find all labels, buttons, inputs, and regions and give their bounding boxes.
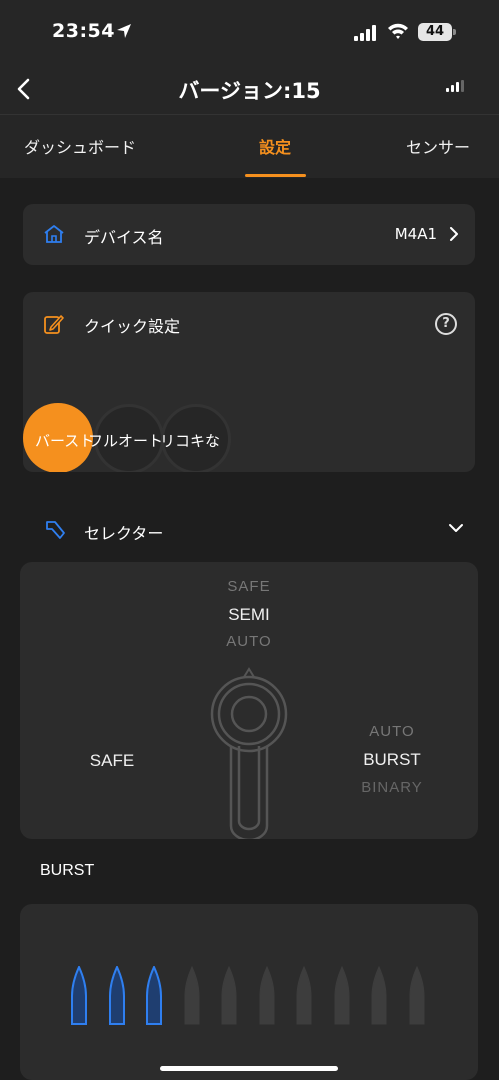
selector-top-option: SAFE	[227, 578, 271, 595]
selector-label: セレクター	[84, 524, 164, 543]
bullet-icon-inactive[interactable]	[408, 966, 426, 1026]
mode-semi-label: リコキな	[160, 432, 221, 450]
help-icon[interactable]: ?	[435, 313, 457, 335]
bullet-icon-inactive[interactable]	[333, 966, 351, 1026]
burst-count-card[interactable]	[20, 904, 478, 1080]
device-name-row[interactable]: デバイス名 M4A1	[23, 204, 475, 265]
selector-right-option-selected: BURST	[363, 750, 421, 769]
status-time: 23:54	[52, 20, 115, 42]
selector-top-option-selected: SEMI	[228, 605, 270, 624]
bullet-icon-inactive[interactable]	[220, 966, 238, 1026]
tab-settings[interactable]: 設定	[259, 134, 291, 158]
selector-right-option: AUTO	[369, 723, 415, 740]
burst-heading: BURST	[40, 862, 95, 879]
page-title: バージョン:15	[178, 79, 321, 103]
wifi-icon	[388, 23, 408, 39]
mode-fullauto-label: フルオート	[88, 432, 164, 450]
chevron-down-icon[interactable]	[448, 523, 464, 533]
battery-icon: 44	[418, 23, 452, 41]
selector-lever-icon[interactable]	[208, 666, 290, 839]
home-indicator	[160, 1066, 338, 1071]
status-bar: 23:54 44	[0, 0, 499, 66]
active-tab-indicator	[245, 174, 306, 177]
bullet-icon-active[interactable]	[70, 966, 88, 1026]
bullet-icon-inactive[interactable]	[258, 966, 276, 1026]
location-arrow-icon	[117, 24, 131, 38]
tab-bar: ダッシュボード 設定 センサー	[0, 114, 499, 178]
bullet-icon-inactive[interactable]	[295, 966, 313, 1026]
quick-settings-card: クイック設定 ? バースト フルオート リコキな	[23, 292, 475, 472]
edit-icon	[44, 315, 64, 334]
connection-strength-icon	[446, 80, 464, 92]
selector-right-option: BINARY	[361, 779, 423, 796]
selector-icon	[46, 521, 65, 539]
tab-sensor[interactable]: センサー	[406, 134, 470, 158]
mode-burst-label: バースト	[35, 432, 95, 450]
bullet-icon-inactive[interactable]	[370, 966, 388, 1026]
bullet-icon-active[interactable]	[145, 966, 163, 1026]
selector-card[interactable]: SAFE SEMI AUTO SAFE AUTO BURST BINARY	[20, 562, 478, 839]
selector-left-option: SAFE	[89, 751, 135, 770]
navigation-bar: バージョン:15	[0, 66, 499, 114]
home-icon	[44, 225, 64, 243]
device-name-value: M4A1	[394, 225, 437, 243]
tab-dashboard[interactable]: ダッシュボード	[24, 134, 136, 158]
battery-cap	[453, 29, 456, 35]
quick-settings-label: クイック設定	[84, 317, 181, 336]
cellular-signal-icon	[354, 25, 376, 41]
chevron-right-icon	[450, 227, 458, 241]
device-name-label: デバイス名	[84, 228, 164, 247]
bullet-icon-active[interactable]	[108, 966, 126, 1026]
selector-top-option: AUTO	[226, 633, 272, 650]
bullet-icon-inactive[interactable]	[183, 966, 201, 1026]
